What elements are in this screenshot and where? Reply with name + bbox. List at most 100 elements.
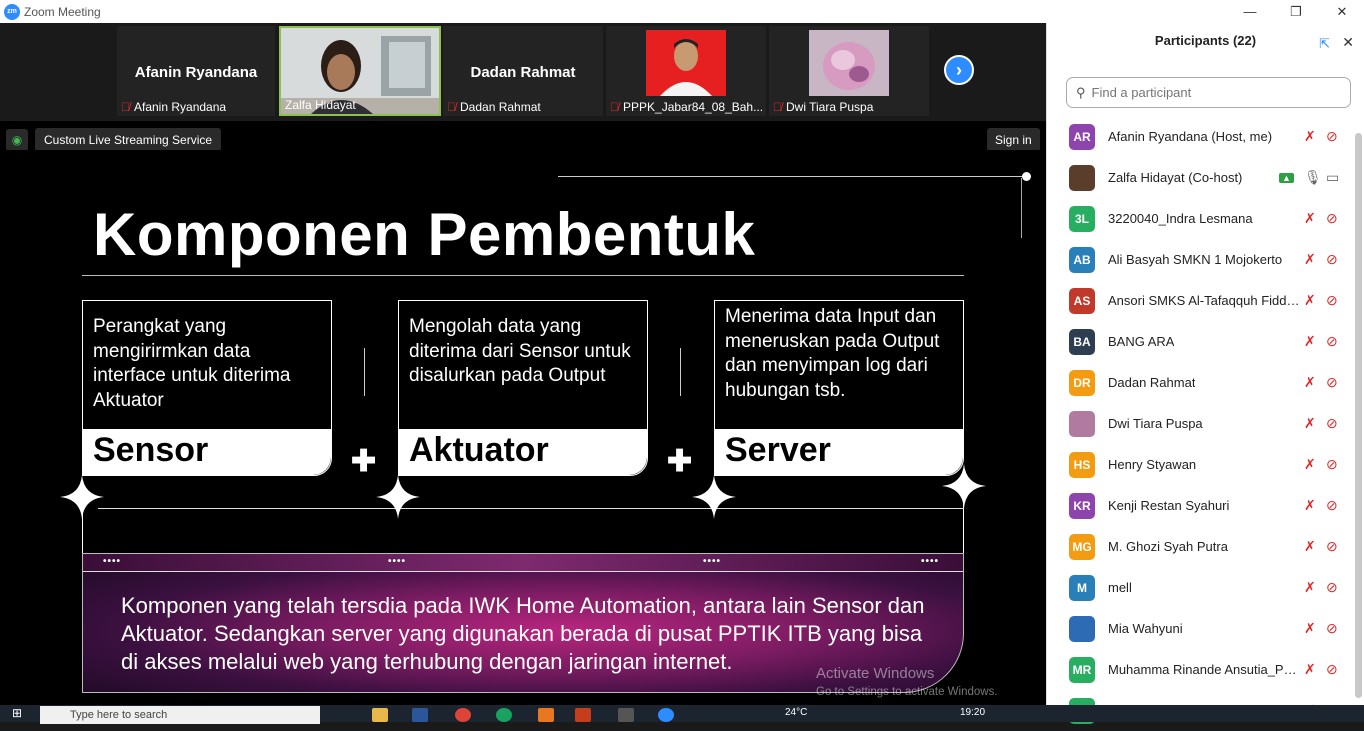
video-off-icon[interactable]: ⊘ bbox=[1326, 415, 1338, 432]
sparkle-icon bbox=[942, 464, 986, 508]
banner-dots: •••• bbox=[703, 556, 722, 567]
participant-row[interactable]: BA BANG ARA ✗ ⊘ bbox=[1047, 321, 1353, 362]
video-off-icon[interactable]: ⊘ bbox=[1326, 251, 1338, 268]
video-tile-active-speaker[interactable]: Zalfa Hidayat bbox=[279, 26, 441, 116]
mic-muted-icon[interactable]: ✗ bbox=[1304, 128, 1316, 145]
app-icon[interactable] bbox=[538, 708, 554, 722]
card-label: Sensor bbox=[93, 431, 209, 469]
mic-muted-icon[interactable]: ✗ bbox=[1304, 620, 1316, 637]
banner-dots: •••• bbox=[921, 556, 940, 567]
participant-row[interactable]: HS Henry Styawan ✗ ⊘ bbox=[1047, 444, 1353, 485]
participant-row[interactable]: MG M. Ghozi Syah Putra ✗ ⊘ bbox=[1047, 526, 1353, 567]
participant-row[interactable]: Dwi Tiara Puspa ✗ ⊘ bbox=[1047, 403, 1353, 444]
participant-name: 3220040_Indra Lesmana bbox=[1108, 211, 1253, 226]
participant-photo bbox=[809, 30, 889, 96]
banner-dots: •••• bbox=[388, 556, 407, 567]
video-icon[interactable]: ▭ bbox=[1326, 169, 1339, 186]
mic-muted-icon[interactable]: ✗ bbox=[1304, 661, 1316, 678]
search-icon: ⚲ bbox=[1076, 84, 1086, 100]
clock-time[interactable]: 19:20 bbox=[960, 707, 985, 718]
windows-start-icon[interactable]: ⊞ bbox=[12, 706, 22, 720]
video-tile[interactable]: Dadan Rahmat 🎙̸ Dadan Rahmat bbox=[443, 26, 603, 116]
participant-row[interactable]: Mia Wahyuni ✗ ⊘ bbox=[1047, 608, 1353, 649]
video-tile[interactable]: Afanin Ryandana 🎙̸ Afanin Ryandana bbox=[117, 26, 275, 116]
video-off-icon[interactable]: ⊘ bbox=[1326, 374, 1338, 391]
video-off-icon[interactable]: ⊘ bbox=[1326, 497, 1338, 514]
mic-icon[interactable]: 🎙 bbox=[1304, 169, 1322, 186]
avatar bbox=[1069, 410, 1095, 437]
next-page-button[interactable]: › bbox=[944, 55, 974, 85]
zoom-icon[interactable] bbox=[658, 708, 674, 722]
participant-row[interactable]: Mmell ✗ ⊘ bbox=[1047, 567, 1353, 608]
video-off-icon[interactable]: ⊘ bbox=[1326, 538, 1338, 555]
powerpoint-icon[interactable] bbox=[575, 708, 591, 722]
tile-nameplate: 🎙̸ Afanin Ryandana bbox=[121, 100, 226, 114]
avatar: AR bbox=[1069, 123, 1095, 150]
panel-scrollbar[interactable] bbox=[1355, 133, 1362, 698]
popout-icon[interactable]: ⇱ bbox=[1319, 36, 1330, 52]
participant-row[interactable]: Zalfa Hidayat (Co-host) ▲ 🎙 ▭ bbox=[1047, 157, 1353, 198]
mic-muted-icon[interactable]: ✗ bbox=[1304, 497, 1316, 514]
video-off-icon[interactable]: ⊘ bbox=[1326, 620, 1338, 637]
video-tile[interactable]: 🎙̸ Dwi Tiara Puspa bbox=[769, 26, 929, 116]
mic-muted-icon[interactable]: ✗ bbox=[1304, 415, 1316, 432]
plus-icon: ✚ bbox=[351, 445, 377, 478]
screen-share-icon: ▲ bbox=[1279, 172, 1294, 183]
participant-name: Ansori SMKS Al-Tafaqquh Fiddi... bbox=[1108, 293, 1300, 308]
file-explorer-icon[interactable] bbox=[372, 708, 388, 722]
participant-list: AR Afanin Ryandana (Host, me) ✗ ⊘ Zalfa Hida… bbox=[1047, 116, 1353, 731]
participant-name: Muhamma Rinande Ansutia_PP... bbox=[1108, 662, 1300, 677]
shared-slide: Komponen Pembentuk Perangkat yang mengir… bbox=[0, 150, 1046, 705]
video-off-icon[interactable]: ⊘ bbox=[1326, 579, 1338, 596]
windows-taskbar: ⊞ Type here to search 24°C 19:20 bbox=[0, 705, 1364, 724]
participant-name: Ali Basyah SMKN 1 Mojokerto bbox=[1108, 252, 1283, 267]
participant-name: Dadan Rahmat bbox=[1108, 375, 1196, 390]
sign-in-button[interactable]: Sign in bbox=[987, 128, 1040, 152]
mic-muted-icon[interactable]: ✗ bbox=[1304, 333, 1316, 350]
decor-line bbox=[364, 348, 365, 396]
restore-button[interactable]: ❐ bbox=[1276, 0, 1316, 23]
video-editor-icon[interactable] bbox=[618, 708, 634, 722]
avatar bbox=[1069, 615, 1095, 642]
video-off-icon[interactable]: ⊘ bbox=[1326, 292, 1338, 309]
minimize-button[interactable]: — bbox=[1230, 0, 1270, 23]
mic-muted-icon[interactable]: ✗ bbox=[1304, 374, 1316, 391]
participant-row[interactable]: DR Dadan Rahmat ✗ ⊘ bbox=[1047, 362, 1353, 403]
mic-muted-icon[interactable]: ✗ bbox=[1304, 251, 1316, 268]
avatar: 3L bbox=[1069, 205, 1095, 232]
sparkle-icon bbox=[692, 475, 736, 519]
video-off-icon[interactable]: ⊘ bbox=[1326, 661, 1338, 678]
video-off-icon[interactable]: ⊘ bbox=[1326, 128, 1338, 145]
mic-muted-icon[interactable]: ✗ bbox=[1304, 292, 1316, 309]
video-off-icon[interactable]: ⊘ bbox=[1326, 210, 1338, 227]
mic-muted-icon[interactable]: ✗ bbox=[1304, 210, 1316, 227]
video-off-icon[interactable]: ⊘ bbox=[1326, 333, 1338, 350]
edge-icon[interactable] bbox=[496, 708, 512, 722]
participant-name: M. Ghozi Syah Putra bbox=[1108, 539, 1228, 554]
participant-row[interactable]: KR Kenji Restan Syahuri ✗ ⊘ bbox=[1047, 485, 1353, 526]
participant-row[interactable]: AS Ansori SMKS Al-Tafaqquh Fiddi... ✗ ⊘ bbox=[1047, 280, 1353, 321]
rss-icon[interactable]: ◉ bbox=[6, 129, 28, 151]
tile-nameplate: 🎙̸ PPPK_Jabar84_08_Bah... bbox=[610, 100, 763, 114]
close-icon[interactable]: ✕ bbox=[1342, 34, 1354, 51]
chrome-icon[interactable] bbox=[455, 708, 471, 722]
participant-row[interactable]: AB Ali Basyah SMKN 1 Mojokerto ✗ ⊘ bbox=[1047, 239, 1353, 280]
mic-muted-icon[interactable]: ✗ bbox=[1304, 538, 1316, 555]
mic-muted-icon[interactable]: ✗ bbox=[1304, 456, 1316, 473]
word-icon[interactable] bbox=[412, 708, 428, 722]
weather-temp[interactable]: 24°C bbox=[785, 707, 807, 718]
participant-row[interactable]: 3L 3220040_Indra Lesmana ✗ ⊘ bbox=[1047, 198, 1353, 239]
close-window-button[interactable]: ✕ bbox=[1322, 0, 1362, 23]
card-label: Server bbox=[725, 431, 831, 469]
participant-row[interactable]: MR Muhamma Rinande Ansutia_PP... ✗ ⊘ bbox=[1047, 649, 1353, 690]
video-off-icon[interactable]: ⊘ bbox=[1326, 456, 1338, 473]
participant-row[interactable]: AR Afanin Ryandana (Host, me) ✗ ⊘ bbox=[1047, 116, 1353, 157]
taskbar-search[interactable]: Type here to search bbox=[40, 706, 320, 724]
mic-muted-icon[interactable]: ✗ bbox=[1304, 579, 1316, 596]
banner-dots: •••• bbox=[103, 556, 122, 567]
participant-search[interactable]: ⚲ bbox=[1066, 77, 1351, 108]
participant-search-input[interactable] bbox=[1091, 85, 1322, 100]
live-streaming-label[interactable]: Custom Live Streaming Service bbox=[35, 128, 222, 152]
video-strip: Afanin Ryandana 🎙̸ Afanin Ryandana Zalfa… bbox=[0, 23, 1046, 121]
video-tile[interactable]: 🎙̸ PPPK_Jabar84_08_Bah... bbox=[606, 26, 766, 116]
